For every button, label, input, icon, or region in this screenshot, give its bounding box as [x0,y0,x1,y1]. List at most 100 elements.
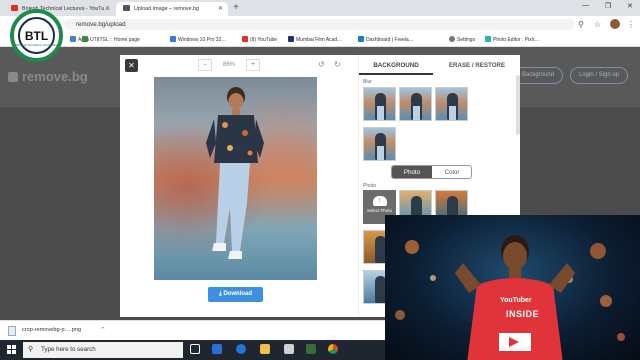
close-tab-icon[interactable]: ✕ [218,5,223,12]
btl-logo-inner: BTL [18,17,55,54]
bookmark-item[interactable]: Mumbai Film Acad… [288,36,342,43]
search-placeholder: Type here to search [41,346,96,353]
close-window-icon[interactable]: ✕ [627,2,633,10]
tab-background[interactable]: BACKGROUND [359,55,433,75]
store-icon[interactable] [284,344,294,354]
edge-icon[interactable] [236,344,246,354]
bookmark-label: Dashboard | Freela… [366,37,414,43]
zoom-out-button[interactable]: − [198,59,212,71]
photo-color-toggle: Photo Color [391,165,472,179]
url-field[interactable]: remove.bg/upload [64,19,574,30]
presenter-figure [455,235,575,360]
download-file-name[interactable]: crop-removebg-p….png [22,327,81,333]
section-label-photo: Photo [363,183,377,189]
photo-toggle-option[interactable]: Photo [392,166,432,178]
select-photo-label: Select Photo [367,208,392,213]
logo-text: remove.bg [22,69,88,84]
new-tab-button[interactable]: + [233,2,239,13]
tab-erase-restore[interactable]: ERASE / RESTORE [433,55,521,75]
removebg-icon [123,5,130,11]
shirt-text-youtuber: YouTuber [500,297,532,304]
bokeh-light [600,295,612,307]
close-tab-icon[interactable]: ✕ [105,5,110,12]
bookmark-item[interactable]: Dashboard | Freela… [358,36,414,43]
bokeh-light [395,310,405,320]
thumb-legs [377,146,384,160]
blur-thumbnail[interactable] [363,127,396,161]
windows-taskbar: ⚲ Type here to search [0,340,385,360]
ie-icon[interactable] [212,344,222,354]
webcam-overlay: YouTuber INSIDE [385,215,640,360]
color-toggle-option[interactable]: Color [432,166,471,178]
download-button[interactable]: ⤓ Download [208,287,263,302]
blur-thumbnail[interactable] [399,87,432,121]
chevron-up-icon[interactable]: ⌃ [100,326,106,334]
file-icon [8,326,16,336]
blur-thumbnail[interactable] [435,87,468,121]
login-signup-button[interactable]: Login / Sign up [570,67,629,84]
bookmark-item[interactable]: Photo Editor : Pixlr… [485,36,539,43]
bookmark-label: Mumbai Film Acad… [296,37,343,43]
bokeh-light [590,243,606,259]
bokeh-light [430,275,436,281]
redo-icon[interactable]: ↻ [334,60,341,69]
chrome-icon[interactable] [328,344,338,354]
bookmark-label: Windows 10 Pro 32… [178,37,227,43]
windows-start-icon[interactable] [7,345,17,355]
bookmark-label: UTIITSL :: Home page [90,37,140,43]
search-icon: ⚲ [28,346,34,353]
section-label-blur: Blur [363,79,372,85]
youtube-icon [242,36,248,42]
site-icon [170,36,176,42]
apps-icon [70,36,76,42]
zoom-controls: − 86% + [198,59,264,71]
site-icon [288,36,294,42]
url-text: remove.bg/upload [76,21,126,28]
upload-cloud-icon: ↑ [372,196,387,206]
shirt-text-inside: INSIDE [506,309,540,319]
site-icon [358,36,364,42]
panel-scrollbar[interactable] [516,75,520,135]
maximize-icon[interactable]: ❐ [605,2,611,10]
zoom-in-button[interactable]: + [246,59,260,71]
person-figure [206,87,264,259]
browser-tab-bar: Brijesh Technical Lectures - YouTu… ✕ Up… [0,0,640,16]
address-bar: 🔒 remove.bg/upload ⚲ ☆ ⋮ [0,16,640,33]
youtube-icon [11,5,18,11]
preview-image [154,77,317,280]
logo-icon [8,72,18,82]
btl-logo: BTL BRIJESH TECHNICAL LECTURES [10,9,63,62]
thumb-legs [377,106,384,120]
bookmark-item[interactable]: Settings [449,36,475,43]
undo-icon[interactable]: ↺ [318,60,325,69]
bookmark-item[interactable]: (8) YouTube [242,36,277,43]
zoom-level: 86% [222,62,235,68]
site-icon [82,36,88,42]
minimize-icon[interactable]: — [582,2,589,9]
bookmark-item[interactable]: UTIITSL :: Home page [82,36,140,43]
thumb-legs [413,106,420,120]
site-logo[interactable]: remove.bg [8,69,88,84]
tab-title: Upload Image – remove.bg [134,6,200,12]
taskbar-search-input[interactable]: ⚲ Type here to search [23,342,183,358]
thumb-legs [449,106,456,120]
task-view-icon[interactable] [190,344,200,354]
btl-logo-subtitle: BRIJESH TECHNICAL LECTURES [16,44,57,47]
star-icon[interactable]: ☆ [594,20,601,29]
file-explorer-icon[interactable] [260,344,270,354]
tab-removebg[interactable]: Upload Image – remove.bg ✕ [116,2,228,16]
btl-logo-text: BTL [24,29,49,43]
avatar[interactable] [610,19,620,29]
blur-thumbnail[interactable] [363,87,396,121]
gear-icon [449,36,455,42]
close-icon[interactable]: ✕ [125,59,138,72]
bokeh-light [617,333,625,341]
bookmark-label: (8) YouTube [250,37,278,43]
bookmark-item[interactable]: Windows 10 Pro 32… [170,36,226,43]
bookmarks-bar: Apps UTIITSL :: Home page Windows 10 Pro… [0,33,640,47]
download-shelf: crop-removebg-p….png ⌃ [0,320,385,340]
menu-icon[interactable]: ⋮ [627,20,635,29]
bookmark-label: Settings [457,37,476,43]
app-icon[interactable] [306,344,316,354]
search-icon[interactable]: ⚲ [578,20,584,29]
